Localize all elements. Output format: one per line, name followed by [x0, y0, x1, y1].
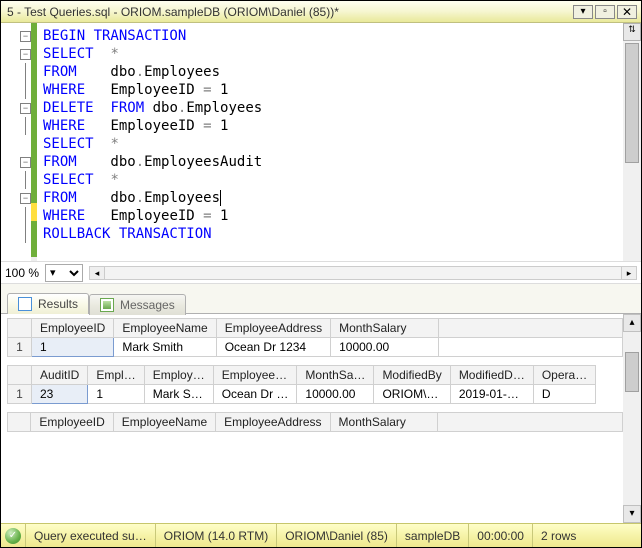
- grid3-col-1[interactable]: EmployeeName: [113, 413, 215, 432]
- grid3-col-3[interactable]: MonthSalary: [330, 413, 438, 432]
- results-grid-icon: [18, 297, 32, 311]
- close-button[interactable]: ✕: [617, 5, 637, 19]
- grid2-cell-5[interactable]: ORIOM\…: [374, 385, 450, 404]
- grid1-rownum[interactable]: 1: [8, 338, 32, 357]
- status-message: Query executed su…: [25, 524, 155, 547]
- table-row[interactable]: 1 23 1 Mark S… Ocean Dr … 10000.00 ORIOM…: [8, 385, 596, 404]
- grid1-col-2[interactable]: EmployeeAddress: [216, 319, 330, 338]
- hscroll-track[interactable]: [105, 266, 621, 280]
- grid1-col-0[interactable]: EmployeeID: [31, 319, 113, 338]
- grid-1[interactable]: EmployeeID EmployeeName EmployeeAddress …: [7, 318, 623, 357]
- hscroll-right[interactable]: ▸: [621, 266, 637, 280]
- editor-footer: 100 % ▾ ◂ ▸: [1, 262, 641, 284]
- editor-vertical-scrollbar[interactable]: ⇅: [623, 23, 641, 261]
- tab-results[interactable]: Results: [7, 293, 89, 314]
- result-grids: EmployeeID EmployeeName EmployeeAddress …: [1, 314, 623, 523]
- grid2-cell-6[interactable]: 2019-01-…: [450, 385, 533, 404]
- vscroll-track[interactable]: [623, 332, 641, 505]
- grid2-corner[interactable]: [8, 366, 32, 385]
- grid1-cell-3[interactable]: 10000.00: [331, 338, 439, 357]
- grid1-col-3[interactable]: MonthSalary: [331, 319, 439, 338]
- grid2-cell-1[interactable]: 1: [88, 385, 144, 404]
- editor-horizontal-scrollbar[interactable]: ◂ ▸: [89, 266, 637, 280]
- grid-3[interactable]: EmployeeID EmployeeName EmployeeAddress …: [7, 412, 623, 432]
- grid2-cell-7[interactable]: D: [533, 385, 595, 404]
- grid2-col-0[interactable]: AuditID: [32, 366, 88, 385]
- status-server: ORIOM (14.0 RTM): [155, 524, 276, 547]
- grid2-col-5[interactable]: ModifiedBy: [374, 366, 450, 385]
- grid2-col-2[interactable]: Employ…: [144, 366, 213, 385]
- status-bar: ✓ Query executed su… ORIOM (14.0 RTM) OR…: [1, 523, 641, 547]
- results-tabstrip: Results Messages: [1, 284, 641, 314]
- grid2-col-4[interactable]: MonthSa…: [297, 366, 374, 385]
- grid2-col-1[interactable]: Empl…: [88, 366, 144, 385]
- outline-gutter[interactable]: −−−−−: [1, 23, 31, 261]
- grid3-col-2[interactable]: EmployeeAddress: [216, 413, 330, 432]
- status-rows: 2 rows: [532, 524, 584, 547]
- grid2-cell-2[interactable]: Mark S…: [144, 385, 213, 404]
- grid2-cell-3[interactable]: Ocean Dr …: [213, 385, 297, 404]
- zoom-percent: 100 %: [5, 266, 39, 280]
- status-elapsed: 00:00:00: [468, 524, 532, 547]
- vscroll-up[interactable]: ▴: [623, 314, 641, 332]
- grid1-cell-pad: [438, 338, 622, 357]
- grid3-col-pad: [438, 413, 623, 432]
- grid2-col-3[interactable]: Employee…: [213, 366, 297, 385]
- success-icon: ✓: [5, 528, 21, 544]
- scroll-sync-button[interactable]: ⇅: [623, 23, 641, 41]
- minimize-button[interactable]: ▾: [573, 5, 593, 19]
- messages-icon: [100, 298, 114, 312]
- grid-2[interactable]: AuditID Empl… Employ… Employee… MonthSa……: [7, 365, 623, 404]
- status-user: ORIOM\Daniel (85): [276, 524, 396, 547]
- status-db: sampleDB: [396, 524, 468, 547]
- zoom-dropdown[interactable]: ▾: [45, 264, 83, 282]
- table-row[interactable]: 1 1 Mark Smith Ocean Dr 1234 10000.00: [8, 338, 623, 357]
- window-title: 5 - Test Queries.sql - ORIOM.sampleDB (O…: [7, 5, 567, 19]
- results-pane: EmployeeID EmployeeName EmployeeAddress …: [1, 314, 641, 523]
- grid2-cell-4[interactable]: 10000.00: [297, 385, 374, 404]
- scroll-track[interactable]: [623, 41, 641, 261]
- grid1-corner[interactable]: [8, 319, 32, 338]
- grid2-rownum[interactable]: 1: [8, 385, 32, 404]
- code-area[interactable]: BEGIN TRANSACTIONSELECT *FROM dbo.Employ…: [37, 23, 623, 261]
- vscroll-thumb[interactable]: [625, 352, 639, 392]
- grid2-col-7[interactable]: Opera…: [533, 366, 595, 385]
- scroll-thumb[interactable]: [625, 43, 639, 163]
- title-bar: 5 - Test Queries.sql - ORIOM.sampleDB (O…: [1, 1, 641, 23]
- maximize-button[interactable]: ▫: [595, 5, 615, 19]
- tab-results-label: Results: [38, 297, 78, 311]
- grid1-cell-1[interactable]: Mark Smith: [114, 338, 216, 357]
- grid1-cell-2[interactable]: Ocean Dr 1234: [216, 338, 330, 357]
- grid2-col-6[interactable]: ModifiedD…: [450, 366, 533, 385]
- grid1-col-1[interactable]: EmployeeName: [114, 319, 216, 338]
- vscroll-down[interactable]: ▾: [623, 505, 641, 523]
- hscroll-left[interactable]: ◂: [89, 266, 105, 280]
- grid1-col-pad: [438, 319, 622, 338]
- grid1-cell-0[interactable]: 1: [31, 338, 113, 357]
- tab-messages[interactable]: Messages: [89, 294, 186, 315]
- results-vertical-scrollbar[interactable]: ▴ ▾: [623, 314, 641, 523]
- sql-editor[interactable]: −−−−− BEGIN TRANSACTIONSELECT *FROM dbo.…: [1, 23, 641, 262]
- grid3-corner[interactable]: [8, 413, 31, 432]
- tab-messages-label: Messages: [120, 298, 175, 312]
- grid2-cell-0[interactable]: 23: [32, 385, 88, 404]
- window-buttons: ▾ ▫ ✕: [573, 5, 637, 19]
- grid3-col-0[interactable]: EmployeeID: [31, 413, 113, 432]
